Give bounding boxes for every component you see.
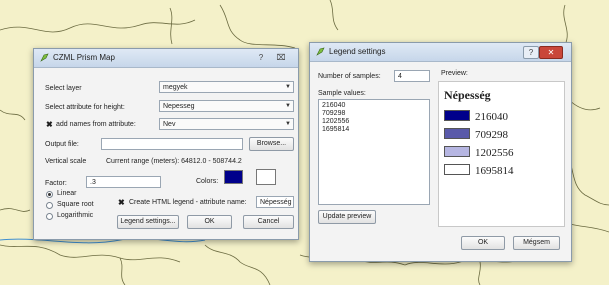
legend-settings-dialog: Legend settings ? ✕ Number of samples: 4… — [309, 42, 572, 262]
list-item[interactable]: 216040 — [322, 102, 426, 110]
radio-linear-label: Linear — [57, 190, 77, 197]
sample-values-label: Sample values: — [318, 90, 366, 97]
radio-logarithmic-label: Logarithmic — [57, 212, 94, 219]
radio-square-root-label: Square root — [57, 201, 94, 208]
prism-dialog-titlebar[interactable]: CZML Prism Map ? ⌧ — [34, 49, 298, 68]
height-attr-combo[interactable]: Nepesseg ▼ — [159, 100, 294, 112]
legend-dialog-title: Legend settings — [329, 47, 386, 56]
add-names-checkbox[interactable]: ✖ — [46, 121, 53, 129]
cancel-button[interactable]: Mégsem — [513, 236, 560, 250]
help-button[interactable]: ? — [254, 52, 268, 63]
legend-item-label: 216040 — [475, 111, 508, 123]
height-attr-value: Nepesseg — [163, 103, 195, 110]
close-button[interactable]: ✕ — [539, 46, 563, 59]
legend-swatch-2 — [444, 128, 470, 139]
factor-input[interactable]: .3 — [86, 176, 161, 188]
num-samples-label: Number of samples: — [318, 73, 381, 80]
preview-title: Népesség — [444, 88, 491, 102]
browse-button[interactable]: Browse... — [249, 137, 294, 151]
names-attr-combo[interactable]: Nev ▼ — [159, 118, 294, 130]
html-legend-checkbox[interactable]: ✖ — [118, 199, 125, 207]
radio-square-root[interactable] — [46, 202, 53, 209]
radio-logarithmic[interactable] — [46, 213, 53, 220]
qgis-app-icon — [40, 53, 49, 62]
legend-item-label: 1202556 — [475, 147, 514, 159]
colors-label: Colors: — [196, 178, 219, 185]
legend-item-label: 1695814 — [475, 165, 514, 177]
html-legend-label: Create HTML legend - attribute name: — [129, 199, 247, 206]
factor-label: Factor: — [45, 180, 67, 187]
output-file-input[interactable] — [101, 138, 243, 150]
help-button[interactable]: ? — [523, 46, 539, 59]
ok-button[interactable]: OK — [461, 236, 505, 250]
select-layer-value: megyek — [163, 84, 188, 91]
czml-prism-map-dialog: CZML Prism Map ? ⌧ Select layer megyek ▼… — [33, 48, 299, 240]
close-button[interactable]: ⌧ — [274, 52, 288, 63]
select-layer-combo[interactable]: megyek ▼ — [159, 81, 294, 93]
add-names-label: add names from attribute: — [56, 121, 136, 128]
list-item[interactable]: 709298 — [322, 110, 426, 118]
color-swatch-primary[interactable] — [224, 170, 243, 184]
num-samples-input[interactable]: 4 — [394, 70, 430, 82]
height-attr-label: Select attribute for height: — [45, 104, 125, 111]
chevron-down-icon: ▼ — [285, 121, 291, 127]
legend-swatch-1 — [444, 110, 470, 121]
color-swatch-secondary[interactable] — [256, 169, 276, 185]
legend-swatch-3 — [444, 146, 470, 157]
cancel-button[interactable]: Cancel — [243, 215, 294, 229]
vertical-scale-label: Vertical scale — [45, 158, 87, 165]
output-file-label: Output file: — [45, 141, 79, 148]
legend-item-label: 709298 — [475, 129, 508, 141]
list-item[interactable]: 1202556 — [322, 118, 426, 126]
preview-label: Preview: — [441, 70, 468, 77]
qgis-app-icon — [316, 47, 325, 56]
select-layer-label: Select layer — [45, 85, 82, 92]
names-attr-value: Nev — [163, 121, 176, 128]
current-range-text: Current range (meters): 64812.0 - 508744… — [106, 158, 242, 165]
legend-settings-button[interactable]: Legend settings... — [117, 215, 179, 229]
legend-attr-input[interactable]: Népesség — [256, 196, 294, 208]
legend-dialog-titlebar[interactable]: Legend settings ? ✕ — [310, 43, 571, 62]
sample-values-list[interactable]: 216040 709298 1202556 1695814 — [318, 99, 430, 205]
update-preview-button[interactable]: Update preview — [318, 210, 376, 224]
list-item[interactable]: 1695814 — [322, 126, 426, 134]
radio-linear[interactable] — [46, 191, 53, 198]
ok-button[interactable]: OK — [187, 215, 232, 229]
legend-swatch-4 — [444, 164, 470, 175]
prism-dialog-title: CZML Prism Map — [53, 53, 115, 62]
chevron-down-icon: ▼ — [285, 103, 291, 109]
chevron-down-icon: ▼ — [285, 84, 291, 90]
